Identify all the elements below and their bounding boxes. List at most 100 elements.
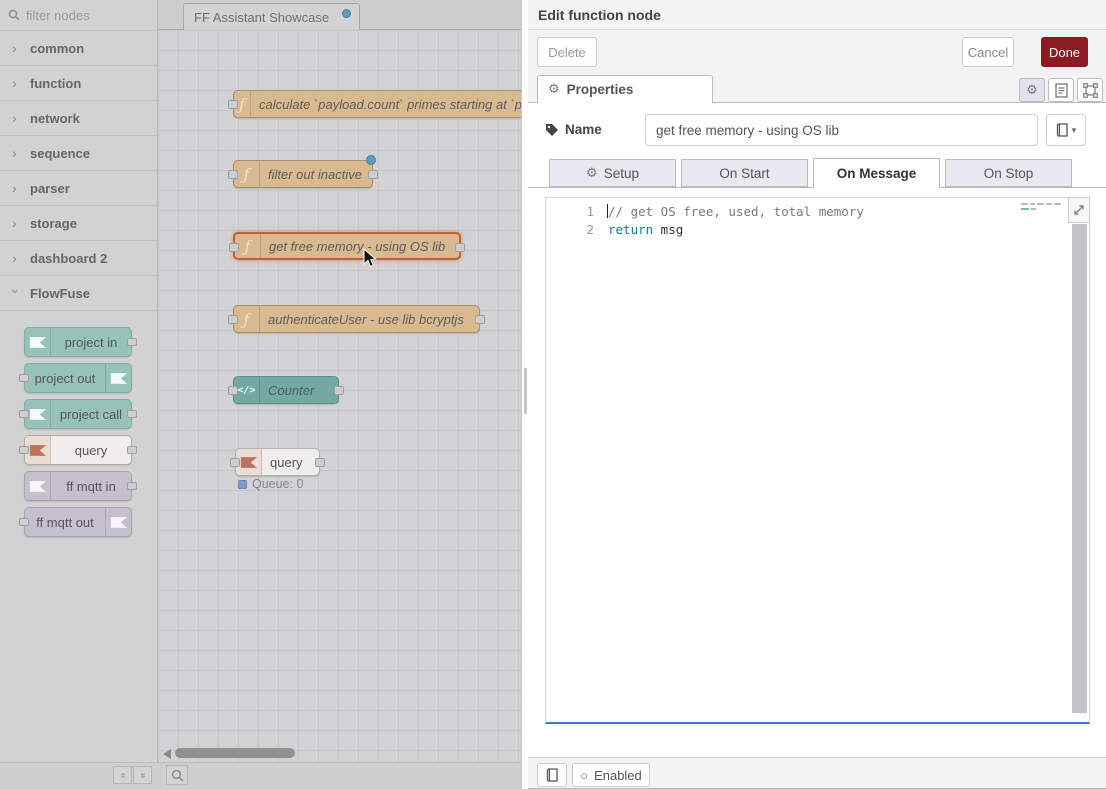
description-view-button[interactable] <box>1048 78 1074 102</box>
zoom-search-button[interactable] <box>166 765 188 785</box>
palette-category-common[interactable]: ›common <box>0 31 157 66</box>
expand-icon <box>1073 204 1085 216</box>
palette-node-project-call[interactable]: project call <box>24 399 132 429</box>
palette-node-project-out[interactable]: project out <box>24 363 132 393</box>
input-port[interactable] <box>228 170 238 179</box>
palette-category-function[interactable]: ›function <box>0 66 157 101</box>
book-icon <box>1056 123 1069 137</box>
search-icon <box>8 9 20 21</box>
tab-on-message[interactable]: On Message <box>813 158 940 188</box>
output-port[interactable] <box>455 243 465 252</box>
output-port[interactable] <box>368 170 378 179</box>
code-editor[interactable]: 1 2 // get OS free, used, total memory r… <box>545 197 1090 724</box>
canvas-grid[interactable] <box>158 30 521 762</box>
flow-tab-bar: FF Assistant Showcase <box>158 0 521 30</box>
horizontal-scrollbar[interactable] <box>175 748 295 758</box>
canvas-footer <box>158 762 521 789</box>
footer-library-button[interactable] <box>537 763 567 787</box>
node-counter[interactable]: </> Counter <box>233 376 339 404</box>
tag-icon <box>545 123 559 137</box>
palette-category-network[interactable]: ›network <box>0 101 157 136</box>
properties-view-button[interactable]: ⚙ <box>1019 78 1045 102</box>
output-port[interactable] <box>127 446 137 454</box>
input-port[interactable] <box>19 446 29 454</box>
palette-search[interactable]: filter nodes <box>0 0 157 31</box>
input-port[interactable] <box>19 410 29 418</box>
status-text: Queue: 0 <box>252 477 303 491</box>
palette-node-ff-mqtt-in[interactable]: ff mqtt in <box>24 471 132 501</box>
cancel-button[interactable]: Cancel <box>962 37 1014 67</box>
chevron-right-icon: › <box>12 40 20 56</box>
node-filter-out-inactive[interactable]: ƒ filter out inactive <box>233 160 373 188</box>
tab-on-stop[interactable]: On Stop <box>945 159 1072 187</box>
output-port[interactable] <box>127 482 137 490</box>
node-query[interactable]: query <box>235 448 320 476</box>
node-calculate-primes[interactable]: ƒ calculate `payload.count` primes start… <box>233 90 521 118</box>
name-row: Name ▾ <box>545 114 1090 146</box>
input-port[interactable] <box>228 100 238 109</box>
tab-on-start[interactable]: On Start <box>681 159 808 187</box>
palette-category-flowfuse[interactable]: ›FlowFuse <box>0 276 157 311</box>
output-port[interactable] <box>127 410 137 418</box>
scroll-left-arrow[interactable] <box>163 749 171 759</box>
flow-tab[interactable]: FF Assistant Showcase <box>183 3 360 30</box>
expand-editor-button[interactable] <box>1068 197 1090 223</box>
palette-flowfuse-nodes: project in project out project call quer… <box>0 311 157 559</box>
enabled-circle-icon: ○ <box>580 768 588 783</box>
library-button[interactable]: ▾ <box>1046 114 1086 146</box>
code-line-1: // get OS free, used, total memory <box>608 203 864 221</box>
tray-resize-edge[interactable] <box>521 0 528 789</box>
input-port[interactable] <box>229 243 239 252</box>
palette-node-ff-mqtt-out[interactable]: ff mqtt out <box>24 507 132 537</box>
status-dot <box>238 480 247 489</box>
line-number: 2 <box>546 221 594 239</box>
dialog-footer: ○ Enabled <box>528 757 1106 789</box>
name-input[interactable] <box>645 114 1038 146</box>
node-authenticate-user[interactable]: ƒ authenticateUser - use lib bcryptjs <box>233 305 480 333</box>
output-port[interactable] <box>127 338 137 346</box>
delete-button[interactable]: Delete <box>537 37 597 67</box>
tab-properties[interactable]: ⚙ Properties <box>537 75 713 103</box>
palette-sidebar: filter nodes ›common ›function ›network … <box>0 0 158 789</box>
flowfuse-icon <box>105 508 131 536</box>
expand-all-button[interactable]: « <box>133 766 152 784</box>
chevron-right-icon: › <box>12 215 20 231</box>
palette-category-storage[interactable]: ›storage <box>0 206 157 241</box>
output-port[interactable] <box>315 458 325 467</box>
tray-drag-handle[interactable] <box>524 368 527 414</box>
palette-category-sequence[interactable]: ›sequence <box>0 136 157 171</box>
enabled-label: Enabled <box>594 768 642 783</box>
flow-canvas: FF Assistant Showcase ƒ calculate `paylo… <box>158 0 521 789</box>
input-port[interactable] <box>230 458 240 467</box>
done-button[interactable]: Done <box>1041 37 1088 67</box>
output-port[interactable] <box>334 386 344 395</box>
input-port[interactable] <box>19 518 29 526</box>
chevron-right-icon: › <box>12 180 20 196</box>
flowfuse-icon <box>105 364 131 392</box>
node-get-free-memory[interactable]: ƒ get free memory - using OS lib <box>233 232 461 260</box>
caret-down-icon: ▾ <box>1072 125 1077 136</box>
line-number: 1 <box>546 203 594 221</box>
editor-scrollbar[interactable] <box>1072 224 1087 713</box>
appearance-view-button[interactable] <box>1077 78 1103 102</box>
palette-node-query[interactable]: query <box>24 435 132 465</box>
palette-node-project-in[interactable]: project in <box>24 327 132 357</box>
collapse-all-button[interactable]: « <box>113 766 132 784</box>
enabled-toggle-button[interactable]: ○ Enabled <box>572 763 650 787</box>
changed-node-dot <box>366 155 376 165</box>
chevron-right-icon: › <box>12 250 20 266</box>
name-label: Name <box>545 122 602 137</box>
chevron-right-icon: › <box>12 75 20 91</box>
chevron-right-icon: › <box>12 145 20 161</box>
tab-setup[interactable]: ⚙ Setup <box>549 159 676 187</box>
palette-category-parser[interactable]: ›parser <box>0 171 157 206</box>
input-port[interactable] <box>228 315 238 324</box>
double-chevron-down-icon: « <box>137 772 148 778</box>
output-port[interactable] <box>475 315 485 324</box>
palette-category-dashboard2[interactable]: ›dashboard 2 <box>0 241 157 276</box>
node-red-window: filter nodes ›common ›function ›network … <box>0 0 1106 789</box>
edit-dialog: Edit function node Delete Cancel Done ⚙ … <box>528 0 1106 789</box>
input-port[interactable] <box>228 386 238 395</box>
chevron-down-icon: › <box>8 289 24 297</box>
input-port[interactable] <box>19 374 29 382</box>
